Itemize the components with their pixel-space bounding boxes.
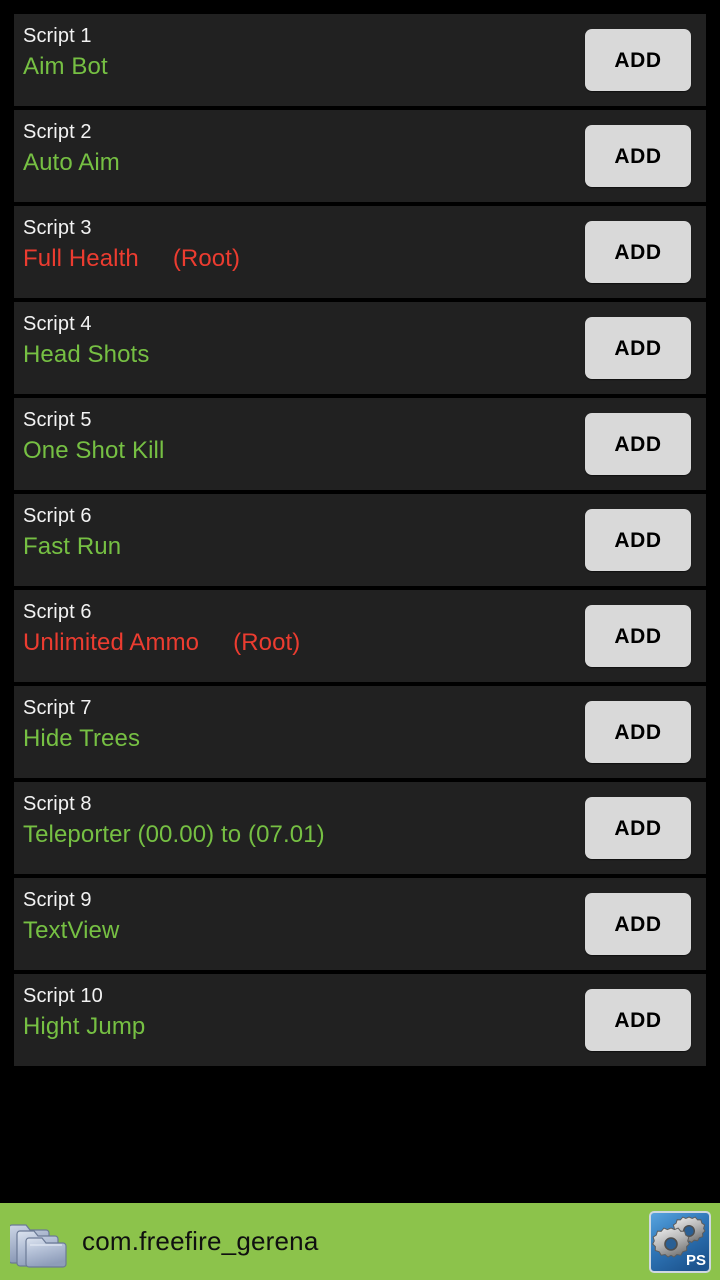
script-title: Hight Jump	[23, 1013, 146, 1040]
add-button[interactable]: ADD	[585, 701, 691, 763]
script-root-tag: (Root)	[172, 245, 241, 272]
script-row[interactable]: Script 8 Teleporter (00.00) to (07.01) ADD	[14, 782, 706, 874]
folder-stack-icon	[10, 1223, 67, 1268]
script-title: Head Shots	[23, 341, 150, 368]
script-title: Hide Trees	[23, 725, 141, 752]
add-button[interactable]: ADD	[585, 605, 691, 667]
script-title: Full Health	[23, 245, 139, 272]
script-list[interactable]: Script 1 Aim Bot ADD Script 2 Auto Aim ADD Scr…	[0, 0, 720, 1203]
add-button[interactable]: ADD	[585, 797, 691, 859]
add-button[interactable]: ADD	[585, 509, 691, 571]
script-row[interactable]: Script 2 Auto Aim ADD	[14, 110, 706, 202]
script-title: Unlimited Ammo	[23, 629, 200, 656]
script-row[interactable]: Script 10 Hight Jump ADD	[14, 974, 706, 1066]
script-row[interactable]: Script 1 Aim Bot ADD	[14, 14, 706, 106]
script-row[interactable]: Script 5 One Shot Kill ADD	[14, 398, 706, 490]
script-root-tag: (Root)	[233, 629, 301, 656]
add-button[interactable]: ADD	[585, 989, 691, 1051]
add-button[interactable]: ADD	[585, 125, 691, 187]
script-row[interactable]: Script 6 Fast Run ADD	[14, 494, 706, 586]
script-title: Teleporter (00.00) to (07.01)	[23, 821, 325, 848]
bottom-status-bar: com.freefire_gerena PS	[0, 1203, 720, 1280]
script-title: TextView	[23, 917, 120, 944]
add-button[interactable]: ADD	[585, 317, 691, 379]
gears-ps-app-icon[interactable]: PS	[649, 1210, 711, 1273]
script-row[interactable]: Script 7 Hide Trees ADD	[14, 686, 706, 778]
script-row[interactable]: Script 9 TextView ADD	[14, 878, 706, 970]
script-title: Aim Bot	[23, 53, 108, 80]
script-title: One Shot Kill	[23, 437, 165, 464]
app-icon-text: PS	[686, 1252, 706, 1269]
add-button[interactable]: ADD	[585, 413, 691, 475]
script-row[interactable]: Script 4 Head Shots ADD	[14, 302, 706, 394]
script-title: Auto Aim	[23, 149, 120, 176]
script-title: Fast Run	[23, 533, 122, 560]
add-button[interactable]: ADD	[585, 221, 691, 283]
script-row[interactable]: Script 3 Full Health (Root) ADD	[14, 206, 706, 298]
package-name-label: com.freefire_gerena	[82, 1226, 319, 1256]
add-button[interactable]: ADD	[585, 893, 691, 955]
add-button[interactable]: ADD	[585, 29, 691, 91]
script-row[interactable]: Script 6 Unlimited Ammo (Root) ADD	[14, 590, 706, 682]
